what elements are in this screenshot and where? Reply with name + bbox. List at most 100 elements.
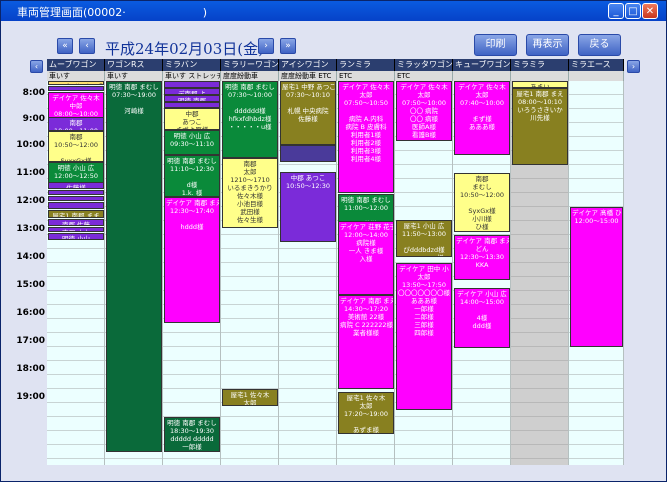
maximize-button[interactable]: □	[625, 3, 641, 19]
booking-block[interactable]: 明徳 小山 広 12:00〜12:50	[48, 162, 104, 184]
booking-text: 09:30〜11:10	[170, 140, 214, 148]
booking-text: 10:50〜12:00	[54, 141, 98, 150]
booking-text: 南郡	[69, 119, 83, 128]
booking-text: 〇〇〇〇〇〇〇様	[398, 289, 450, 297]
booking-text: どん	[475, 245, 489, 253]
booking-text: 屋宅1 南郡 まえ	[516, 90, 564, 98]
booking-block[interactable]: 南郡 太郎 1210〜1710 いるまきうかり 佐々木様 小池目様 武田様 佐々生様	[222, 158, 278, 228]
booking-block[interactable]: デイケア 荘野 花子 12:00〜14:00 病院様 一人 きま様 入様	[338, 221, 394, 296]
title-bar: 車両管理画面(00002· ) _ □ ✕	[1, 1, 666, 21]
booking-block[interactable]: 南郡 小山	[48, 226, 104, 233]
booking-block[interactable]: デイケア 田中 小太郎 13:50〜17:50 〇〇〇〇〇〇〇様 あああ様 一郎様 二郎様…	[396, 263, 452, 410]
booking-block[interactable]: 屋宅1 佐々木 太郎 17:20〜19:00 あずま様	[338, 391, 394, 434]
booking-text: 08:00〜10:10	[518, 98, 562, 106]
print-button[interactable]: 印刷	[474, 34, 517, 56]
booking-block[interactable]: 南郡 佐藤	[48, 218, 104, 226]
booking-block[interactable]: デイケア 佐々木 太郎 07:50〜10:50 病院 A.内科 病院 B 皮膚科 利用者…	[338, 81, 394, 193]
booking-block[interactable]: 屋宅1 南郡 まえ 08:00〜10:10 いろうさきいか 川先様	[512, 88, 568, 165]
booking-block[interactable]: 屋宅1 中野 あつこ 07:30〜10:10 札幌 中央病院 佐藤様	[280, 81, 336, 146]
booking-block[interactable]	[164, 81, 220, 88]
booking-text: 07:30〜19:00	[112, 91, 156, 99]
vehicle-header: ムーブワゴン ワゴンRス ミラバン ミラリーワゴン アイシワゴン ランミラ ミラッタワゴンキ…	[47, 59, 624, 71]
booking-block[interactable]: 明徳 南郡 まむし11:10〜12:30 d様1.k. 様z様 様	[164, 155, 220, 198]
booking-block[interactable]: 南郡 10:00〜11:00	[48, 117, 104, 132]
booking-text: 一郎様	[414, 305, 434, 313]
booking-text: 11:50〜13:00	[402, 229, 446, 238]
booking-block[interactable]: デイケア 髙橋 ひ 12:00〜15:00	[570, 207, 623, 347]
booking-text	[282, 99, 334, 107]
booking-block[interactable]: 中郡 あつこ まずよ原様	[164, 107, 220, 130]
booking-block[interactable]: 明徳 小山	[48, 232, 104, 240]
booking-block[interactable]: デイケア 南郡 まえ 14:30〜17:20 美術館 22様 病院 C 222222様…	[338, 295, 394, 389]
booking-text: 中郡 あつこ	[290, 174, 326, 182]
booking-text: 太郎	[417, 273, 431, 281]
booking-text: 14:30〜17:20	[344, 305, 388, 314]
booking-text: 〇〇 病院	[409, 107, 439, 115]
booking-block[interactable]: 明徳 南郡 まむし 07:30〜10:00 dddddd様 hfkxfdhbdz様・…	[222, 81, 278, 158]
booking-block[interactable]	[48, 85, 104, 91]
booking-text: 札幌 中央病院	[287, 107, 329, 115]
booking-block[interactable]	[48, 195, 104, 202]
booking-block[interactable]: 屋宅1 佐々木 太郎	[222, 389, 278, 406]
booking-text: 一人 きま様	[348, 247, 384, 255]
booking-text: KKA	[475, 261, 489, 269]
minimize-button[interactable]: _	[608, 3, 624, 19]
booking-block[interactable]: 明徳 小山 広09:30〜11:10 ddddd様	[164, 130, 220, 156]
booking-text: 08:00〜10:00	[54, 109, 98, 118]
time-label: 10:00	[16, 140, 45, 150]
vehicle-equipment: 車いす	[47, 71, 105, 81]
booking-text: 07:50〜10:50	[344, 99, 388, 107]
close-button[interactable]: ✕	[642, 3, 658, 19]
booking-block[interactable]: あまい	[512, 81, 568, 88]
back-button[interactable]: 戻る	[578, 34, 621, 56]
booking-block[interactable]: 屋宅1 南郡 まま	[48, 209, 104, 219]
booking-block[interactable]: デイケア 小山 広 14:00〜15:00 4様 ddd様	[454, 288, 510, 349]
date-label: 平成24年02月03日(金)	[105, 40, 264, 58]
booking-block[interactable]: 佐藤様	[48, 181, 104, 189]
first-page-button[interactable]: «	[57, 38, 73, 54]
booking-block[interactable]: 明徳 南郡	[164, 95, 220, 102]
booking-block[interactable]: デ南郡 よ	[164, 88, 220, 95]
booking-text: dddddd様	[234, 107, 266, 115]
booking-text: 南郡	[475, 175, 489, 184]
next-day-button[interactable]: ›	[258, 38, 274, 54]
booking-block[interactable]: 中郡 あつこ 10:50〜12:30	[280, 172, 336, 242]
booking-block[interactable]: デイケア 佐々木 太郎 07:50〜10:00 〇〇 病院 〇〇 病様 医師A様 看護B様	[396, 81, 452, 142]
booking-block[interactable]: ムーブ・瀬(中・〇〇	[48, 81, 104, 86]
time-label: 11:00	[16, 168, 45, 178]
booking-block[interactable]: デイケア 佐々木 太郎 07:40〜10:00 まず様 あああ様	[454, 81, 510, 156]
booking-text: 南郡 佐藤	[61, 220, 91, 226]
booking-block[interactable]: デイケア 南郡 まえ 12:30〜17:40 hddd様	[164, 197, 220, 324]
booking-block[interactable]	[48, 202, 104, 210]
booking-block[interactable]: 屋宅1 小山 広11:50〜13:00 ぴdddbdzd様・・・・・様	[396, 219, 452, 258]
last-page-button[interactable]: »	[280, 38, 296, 54]
booking-block[interactable]: 南郡 まむし 10:50〜12:00 SyxGx様 小川様 ひ様	[454, 173, 510, 233]
booking-text: 1.k. 様	[181, 189, 203, 198]
booking-text: 屋宅1 小山 広	[403, 221, 445, 230]
booking-block[interactable]: 明徳 南郡 まむし 18:30〜19:30 ddddd ddddd 一郎様	[164, 417, 220, 452]
booking-text	[50, 88, 102, 90]
booking-text: 07:50〜10:00	[402, 99, 446, 107]
booking-text: 12:00〜14:00	[344, 231, 388, 239]
booking-block[interactable]: デイケア 南郡 まえ どん 12:30〜13:30 KKA	[454, 235, 510, 280]
booking-block[interactable]: 南郡10:50〜12:00 SyxxGx様小川様ひふVhn様	[48, 131, 104, 163]
booking-text: 河崎様	[124, 107, 144, 115]
vehicle-name: ワゴンRス	[105, 59, 163, 71]
prev-day-button[interactable]: ‹	[79, 38, 95, 54]
booking-text: 三郎様	[414, 321, 434, 329]
booking-block[interactable]	[280, 145, 336, 163]
scroll-right-button[interactable]: ›	[627, 60, 640, 73]
booking-text: 看護B様	[412, 131, 436, 139]
booking-text: 病院 A.内科	[348, 115, 384, 123]
booking-text: 利用者1様	[350, 131, 382, 139]
booking-block[interactable]: 明徳 南郡 まむし11:00〜12:00 f阿蔵様	[338, 194, 394, 223]
vehicle-subheader: 車いす 車いす 車いす ストレッチ 度度紛動車 度度紛動車 ETC ETC ETC	[47, 71, 624, 81]
vehicle-equipment: 度度紛動車 ETC	[279, 71, 337, 81]
refresh-button[interactable]: 再表示	[526, 34, 569, 56]
booking-text: 07:30〜10:10	[286, 91, 330, 99]
vehicle-equipment: ETC	[337, 71, 395, 81]
booking-block[interactable]: 明徳 南郡 まむし 07:30〜19:00 河崎様	[106, 81, 162, 452]
booking-block[interactable]	[48, 189, 104, 196]
scroll-left-button[interactable]: ‹	[30, 60, 43, 73]
booking-text: あああ様	[411, 297, 437, 305]
